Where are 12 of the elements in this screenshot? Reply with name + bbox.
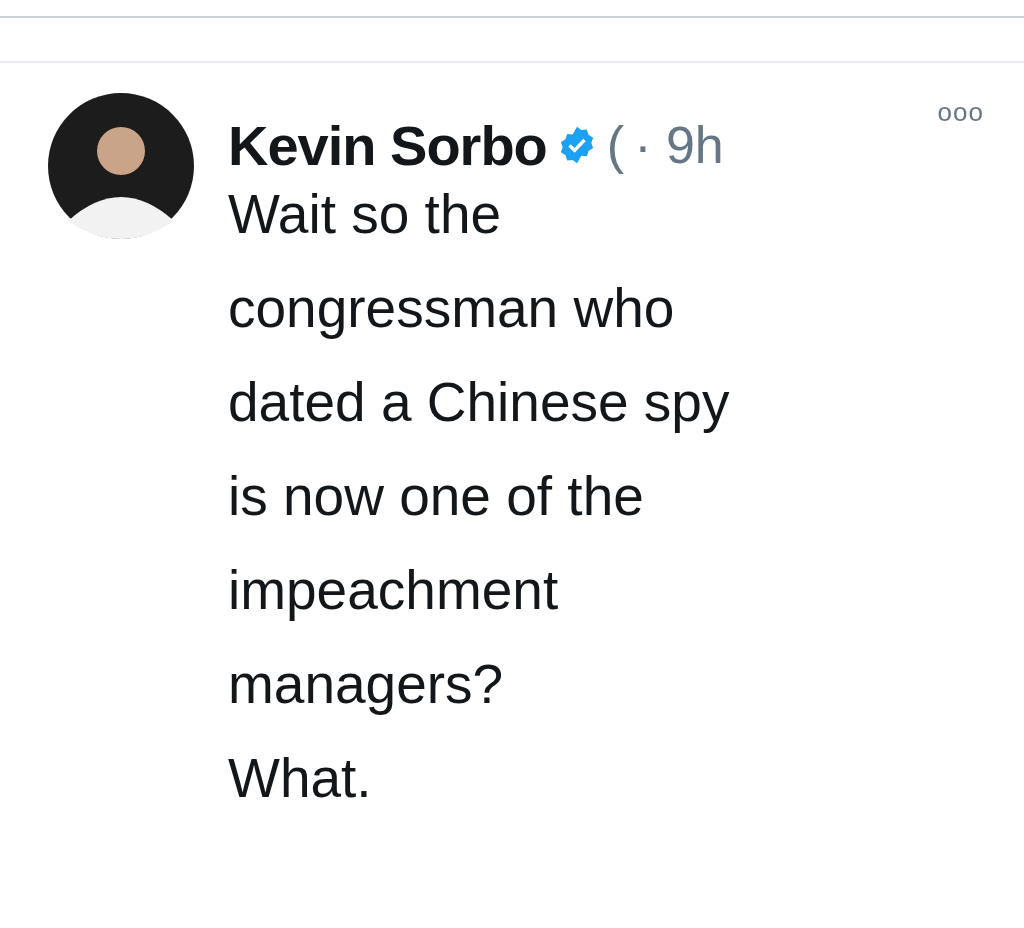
- tweet-text-line: What.: [228, 746, 373, 811]
- tweet-text-line: congressman who: [228, 276, 676, 341]
- tweet-time: · 9h: [634, 115, 724, 175]
- more-options-button[interactable]: ooo: [937, 97, 984, 128]
- tweet-text-line: is now one of the: [228, 464, 645, 529]
- tweet-text-line: Wait so the: [228, 182, 503, 247]
- author-handle: (: [606, 115, 625, 175]
- tweet-text-line: impeachment: [228, 558, 560, 623]
- tweet-text-line: dated a Chinese spy: [228, 370, 731, 435]
- author-name[interactable]: Kevin Sorbo: [228, 112, 547, 178]
- avatar[interactable]: [48, 93, 194, 239]
- tweet-text-line: managers?: [228, 652, 505, 717]
